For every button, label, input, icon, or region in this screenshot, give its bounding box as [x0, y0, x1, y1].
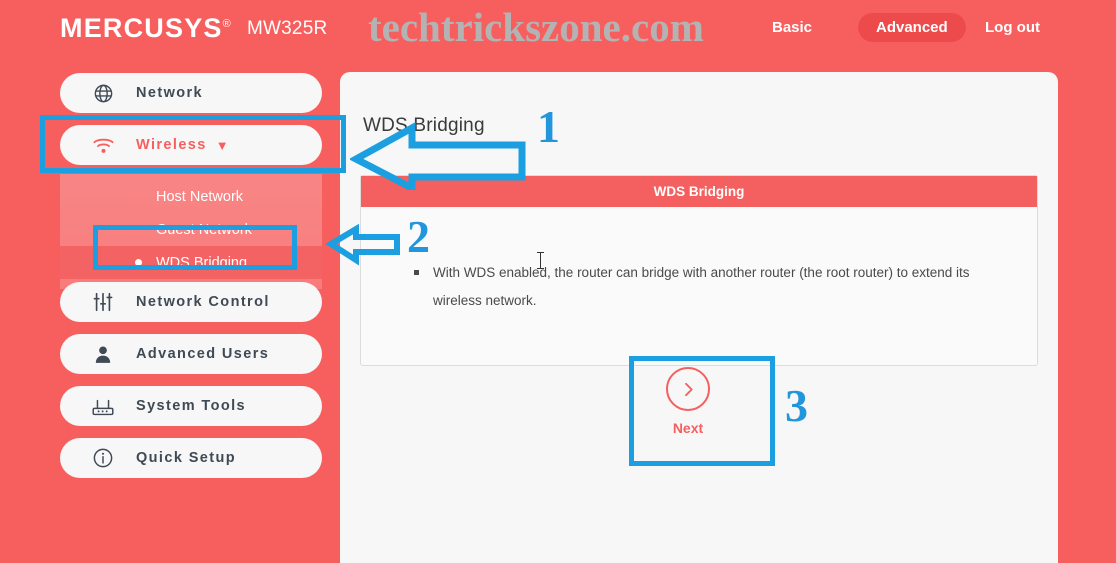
sidebar-item-quick-setup[interactable]: Quick Setup [60, 438, 322, 478]
sidebar-label-quick-setup: Quick Setup [136, 450, 236, 466]
next-button[interactable]: Next [638, 367, 738, 436]
next-button-label: Next [672, 420, 704, 436]
sidebar-sublabel-wds-bridging: WDS Bridging [156, 254, 248, 271]
router-icon [86, 396, 120, 417]
info-icon [86, 447, 120, 469]
router-model: MW325R [247, 18, 328, 39]
wifi-icon [86, 136, 120, 155]
mercusys-logo: MERCUSYS® [60, 13, 232, 44]
chevron-right-circle-icon [666, 367, 710, 411]
nav-logout[interactable]: Log out [985, 19, 1040, 36]
bullet-icon [414, 270, 419, 275]
wds-bridging-card: WDS Bridging With WDS enabled, the route… [360, 175, 1038, 366]
card-header: WDS Bridging [361, 176, 1037, 207]
sidebar-item-advanced-users[interactable]: Advanced Users [60, 334, 322, 374]
selected-dot-icon [135, 259, 142, 266]
sidebar-subitem-wds-bridging[interactable]: WDS Bridging [60, 246, 322, 279]
card-body: With WDS enabled, the router can bridge … [361, 207, 1037, 365]
registered-mark: ® [222, 18, 232, 30]
nav-basic[interactable]: Basic [772, 19, 812, 36]
sidebar-item-wireless[interactable]: Wireless ▼ [60, 125, 322, 165]
sidebar-subitem-host-network[interactable]: Host Network [60, 180, 322, 213]
card-title: WDS Bridging [653, 184, 745, 199]
nav-advanced[interactable]: Advanced [858, 13, 966, 42]
sidebar-sublabel-host-network: Host Network [156, 188, 244, 205]
chevron-down-icon: ▼ [215, 137, 229, 153]
sidebar-label-advanced-users: Advanced Users [136, 346, 270, 362]
sidebar-item-network-control[interactable]: Network Control [60, 282, 322, 322]
sidebar-label-network-control: Network Control [136, 294, 270, 310]
sidebar-item-network[interactable]: Network [60, 73, 322, 113]
sidebar: Network Wireless ▼ Host Network Guest Ne… [0, 57, 340, 563]
card-description: With WDS enabled, the router can bridge … [433, 265, 970, 308]
globe-icon [86, 83, 120, 104]
site-watermark: techtrickszone.com [368, 4, 704, 50]
main-content-panel: WDS Bridging WDS Bridging With WDS enabl… [340, 72, 1058, 563]
sidebar-label-wireless: Wireless [136, 137, 207, 153]
sidebar-label-network: Network [136, 85, 204, 101]
sidebar-label-system-tools: System Tools [136, 398, 247, 414]
sidebar-submenu-wireless: Host Network Guest Network WDS Bridging [60, 174, 322, 289]
brand-text: MERCUSYS [60, 13, 223, 43]
sidebar-sublabel-guest-network: Guest Network [156, 221, 252, 238]
text-caret [537, 252, 544, 269]
sidebar-item-system-tools[interactable]: System Tools [60, 386, 322, 426]
sidebar-subitem-guest-network[interactable]: Guest Network [60, 213, 322, 246]
router-admin-page: MERCUSYS® MW325R Basic Advanced Log out … [0, 0, 1116, 563]
page-title: WDS Bridging [363, 115, 485, 136]
user-icon [86, 344, 120, 365]
sliders-icon [86, 291, 120, 313]
